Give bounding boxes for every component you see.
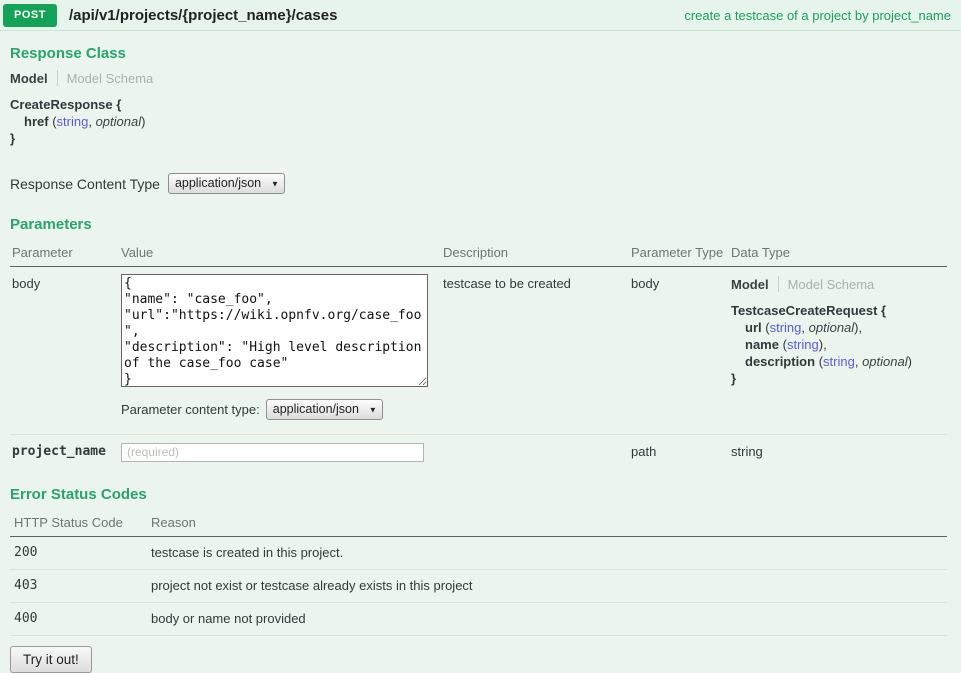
col-parameter-type: Parameter Type xyxy=(631,241,731,267)
col-parameter: Parameter xyxy=(10,241,121,267)
col-data-type: Data Type xyxy=(731,241,947,267)
body-model-signature: TestcaseCreateRequest { url (string, opt… xyxy=(731,302,947,387)
tab-separator xyxy=(57,70,58,86)
param-type-body: body xyxy=(631,267,731,435)
parameters-heading: Parameters xyxy=(10,216,947,233)
status-code: 403 xyxy=(10,570,151,603)
param-name-body: body xyxy=(10,267,121,435)
operation-path-link[interactable]: /api/v1/projects/{project_name}/cases xyxy=(69,7,337,24)
param-name-project-name: project_name xyxy=(10,435,121,462)
status-code: 400 xyxy=(10,603,151,636)
response-content-type-select-wrap: application/json ▼ xyxy=(168,173,285,194)
param-data-type-project-name: string xyxy=(731,435,947,462)
param-value-project-name xyxy=(121,435,443,462)
tab-separator xyxy=(778,276,779,292)
status-reason: body or name not provided xyxy=(151,603,947,636)
project-name-input[interactable] xyxy=(121,443,424,462)
model-property: href (string, optional) xyxy=(10,113,947,130)
response-content-type-select[interactable]: application/json xyxy=(168,173,285,194)
col-value: Value xyxy=(121,241,443,267)
error-status-codes-table: HTTP Status Code Reason 200 testcase is … xyxy=(10,511,947,636)
tab-model[interactable]: Model xyxy=(731,277,769,292)
param-type-project-name: path xyxy=(631,435,731,462)
body-model-tabs: Model Model Schema xyxy=(731,276,947,292)
param-description-project-name xyxy=(443,435,631,462)
param-description-body: testcase to be created xyxy=(443,267,631,435)
tab-model[interactable]: Model xyxy=(10,71,48,86)
tab-model-schema[interactable]: Model Schema xyxy=(788,277,875,292)
response-class-tabs: Model Model Schema xyxy=(10,70,947,86)
model-close-brace: } xyxy=(10,130,947,147)
model-property: name (string), xyxy=(731,336,947,353)
parameter-content-type-select-wrap: application/json ▼ xyxy=(266,399,383,420)
body-json-textarea[interactable]: { "name": "case_foo", "url":"https://wik… xyxy=(121,274,428,387)
param-value-body: { "name": "case_foo", "url":"https://wik… xyxy=(121,267,443,435)
operation-summary[interactable]: create a testcase of a project by projec… xyxy=(684,8,951,23)
col-http-status-code: HTTP Status Code xyxy=(10,511,151,537)
col-description: Description xyxy=(443,241,631,267)
parameter-content-type-row: Parameter content type: application/json… xyxy=(121,399,443,420)
model-close-brace: } xyxy=(731,370,947,387)
status-reason: testcase is created in this project. xyxy=(151,537,947,570)
parameter-content-type-label: Parameter content type: xyxy=(121,402,260,417)
parameters-table: Parameter Value Description Parameter Ty… xyxy=(10,241,947,462)
status-reason: project not exist or testcase already ex… xyxy=(151,570,947,603)
response-class-signature: CreateResponse { href (string, optional)… xyxy=(10,96,947,147)
try-it-out-button[interactable]: Try it out! xyxy=(10,646,92,673)
operation-content: Response Class Model Model Schema Create… xyxy=(0,31,961,673)
parameter-content-type-select[interactable]: application/json xyxy=(266,399,383,420)
http-method-badge: POST xyxy=(3,4,57,27)
error-status-codes-section: Error Status Codes HTTP Status Code Reas… xyxy=(10,486,947,673)
status-code: 200 xyxy=(10,537,151,570)
model-name: CreateResponse { xyxy=(10,96,947,113)
col-reason: Reason xyxy=(151,511,947,537)
param-data-type-body: Model Model Schema TestcaseCreateRequest… xyxy=(731,267,947,435)
response-content-type-row: Response Content Type application/json ▼ xyxy=(10,173,947,194)
response-content-type-label: Response Content Type xyxy=(10,176,160,192)
model-name: TestcaseCreateRequest { xyxy=(731,302,947,319)
model-property: url (string, optional), xyxy=(731,319,947,336)
error-status-codes-heading: Error Status Codes xyxy=(10,486,947,503)
operation-header[interactable]: POST /api/v1/projects/{project_name}/cas… xyxy=(0,0,961,31)
response-class-heading: Response Class xyxy=(10,45,947,62)
tab-model-schema[interactable]: Model Schema xyxy=(67,71,154,86)
model-property: description (string, optional) xyxy=(731,353,947,370)
